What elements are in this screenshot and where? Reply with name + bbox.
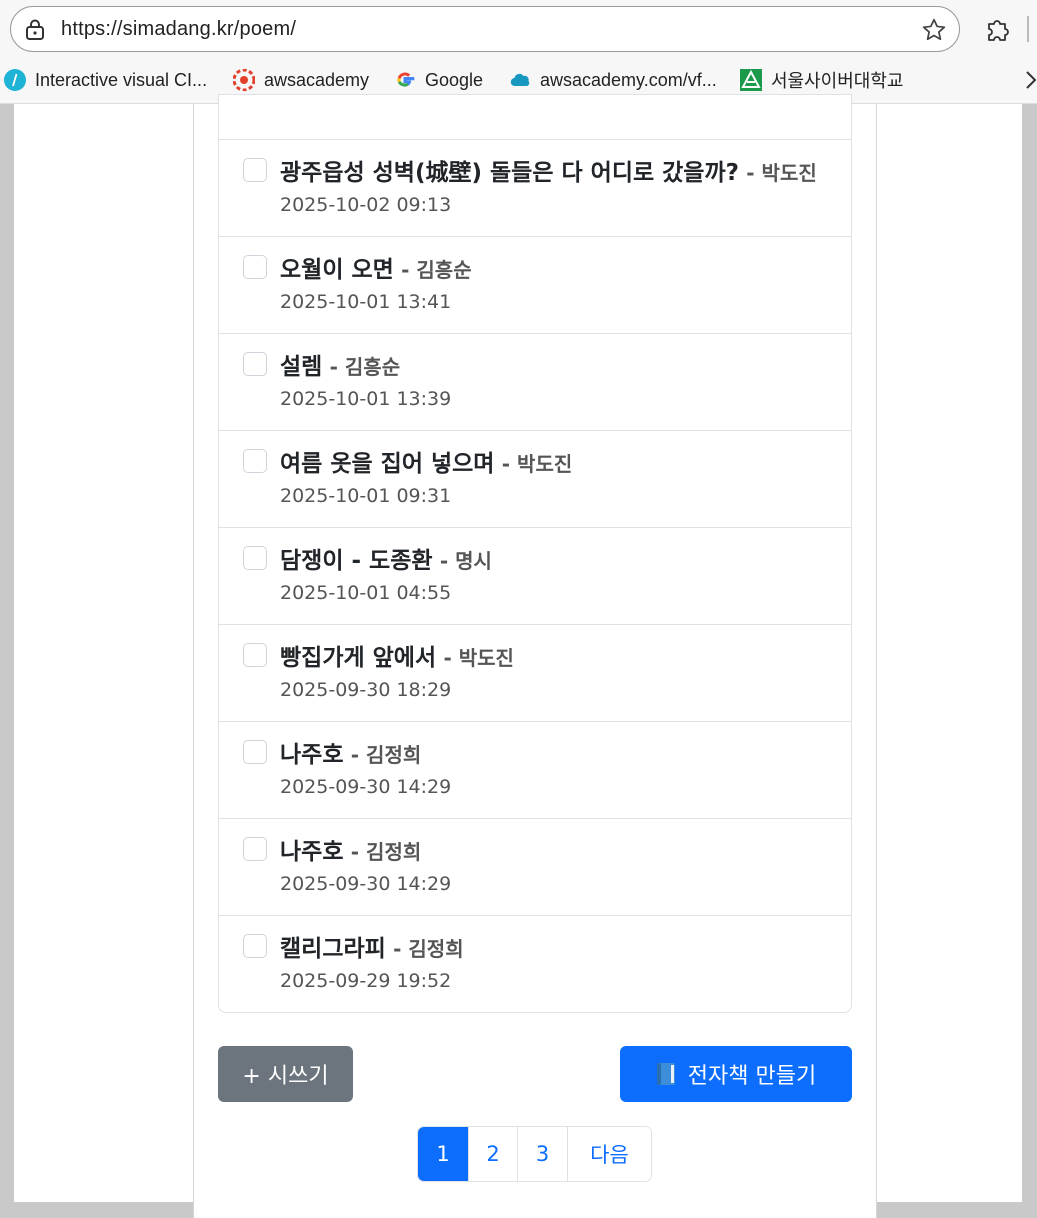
list-item-partial — [219, 95, 851, 139]
poem-date: 2025-09-30 18:29 — [280, 679, 452, 701]
url-text[interactable]: https://simadang.kr/poem/ — [61, 18, 296, 41]
poem-title[interactable]: 설렘 — [280, 354, 322, 380]
bookmark-label: 서울사이버대학교 — [771, 71, 904, 91]
bookmarks-bar: Interactive visual CI... awsacademy Goog… — [0, 62, 1037, 98]
page-link-next[interactable]: 다음 — [567, 1127, 651, 1181]
select-checkbox[interactable] — [243, 934, 267, 958]
book-icon — [656, 1063, 675, 1085]
poem-title[interactable]: 빵집가게 앞에서 — [280, 645, 436, 671]
bookmark-awsacademy-vf[interactable]: awsacademy.com/vf... — [509, 66, 717, 94]
poem-list-item[interactable]: 나주호 - 김정희 2025-09-30 14:29 — [219, 721, 851, 818]
browser-toolbar: https://simadang.kr/poem/ Interactive vi… — [0, 0, 1037, 104]
canvas-icon — [233, 69, 255, 91]
poem-list-item[interactable]: 캘리그라피 - 김정희 2025-09-29 19:52 — [219, 915, 851, 1012]
page-link-1[interactable]: 1 — [418, 1127, 468, 1181]
poem-list-item[interactable]: 여름 옷을 집어 넣으며 - 박도진 2025-10-01 09:31 — [219, 430, 851, 527]
extensions-puzzle-icon[interactable] — [984, 15, 1012, 43]
select-checkbox[interactable] — [243, 352, 267, 376]
poem-author: - 김정희 — [350, 840, 422, 864]
bookmark-awsacademy[interactable]: awsacademy — [233, 66, 369, 94]
poem-list-item[interactable]: 오월이 오면 - 김흥순 2025-10-01 13:41 — [219, 236, 851, 333]
bookmark-google[interactable]: Google — [394, 66, 483, 94]
poem-title[interactable]: 여름 옷을 집어 넣으며 — [280, 451, 494, 477]
salesforce-cloud-icon — [510, 73, 530, 87]
bookmark-label: awsacademy.com/vf... — [540, 69, 717, 90]
write-poem-button[interactable]: + 시쓰기 — [218, 1046, 353, 1102]
poem-date: 2025-09-30 14:29 — [280, 776, 452, 798]
poem-date: 2025-10-01 13:39 — [280, 388, 452, 410]
poem-list-item[interactable]: 광주읍성 성벽(城壁) 돌들은 다 어디로 갔을까? - 박도진 2025-10… — [219, 139, 851, 236]
toolbar-divider — [1027, 16, 1029, 42]
ebook-button-label: 전자책 만들기 — [687, 1064, 817, 1089]
poem-date: 2025-10-01 04:55 — [280, 582, 452, 604]
select-checkbox[interactable] — [243, 449, 267, 473]
google-icon — [397, 72, 415, 87]
write-button-label: + 시쓰기 — [242, 1064, 329, 1089]
poem-author: - 박도진 — [443, 646, 514, 670]
poem-list-item[interactable]: 나주호 - 김정희 2025-09-30 14:29 — [219, 818, 851, 915]
select-checkbox[interactable] — [243, 158, 267, 182]
slash-circle-icon — [4, 69, 26, 91]
poem-title[interactable]: 광주읍성 성벽(城壁) 돌들은 다 어디로 갔을까? — [280, 160, 739, 186]
select-checkbox[interactable] — [243, 643, 267, 667]
poem-author: - 김흥순 — [401, 258, 472, 282]
poem-date: 2025-10-02 09:13 — [280, 194, 452, 216]
create-ebook-button[interactable]: 전자책 만들기 — [620, 1046, 852, 1102]
poem-author: - 김흥순 — [329, 355, 401, 379]
poem-author: - 박도진 — [746, 161, 817, 185]
address-bar[interactable]: https://simadang.kr/poem/ — [10, 6, 960, 52]
poem-author: - 명시 — [439, 549, 492, 573]
poem-title[interactable]: 오월이 오면 — [280, 257, 394, 283]
bookmark-label: awsacademy — [264, 69, 370, 90]
lock-icon[interactable] — [25, 19, 45, 41]
bookmark-star-icon[interactable] — [921, 17, 947, 43]
poem-date: 2025-09-30 14:29 — [280, 873, 452, 895]
select-checkbox[interactable] — [243, 255, 267, 279]
poem-list-item[interactable]: 담쟁이 - 도종환 - 명시 2025-10-01 04:55 — [219, 527, 851, 624]
page-link-2[interactable]: 2 — [468, 1127, 517, 1181]
page-link-3[interactable]: 3 — [517, 1127, 567, 1181]
poem-date: 2025-10-01 13:41 — [280, 291, 452, 313]
select-checkbox[interactable] — [243, 740, 267, 764]
poem-title[interactable]: 나주호 — [280, 839, 343, 865]
select-checkbox[interactable] — [243, 546, 267, 570]
bookmark-interactive-visual[interactable]: Interactive visual CI... — [4, 66, 207, 94]
select-checkbox[interactable] — [243, 837, 267, 861]
main-container: 광주읍성 성벽(城壁) 돌들은 다 어디로 갔을까? - 박도진 2025-10… — [193, 94, 877, 1218]
poem-list: 광주읍성 성벽(城壁) 돌들은 다 어디로 갔을까? - 박도진 2025-10… — [218, 94, 852, 1013]
poem-title[interactable]: 나주호 — [280, 742, 343, 768]
poem-title[interactable]: 담쟁이 - 도종환 — [280, 548, 433, 574]
poem-list-item[interactable]: 빵집가게 앞에서 - 박도진 2025-09-30 18:29 — [219, 624, 851, 721]
poem-author: - 김정희 — [350, 743, 422, 767]
chevron-right-icon[interactable] — [1024, 70, 1037, 90]
bookmark-seoul-cyber-univ[interactable]: 서울사이버대학교 — [740, 66, 903, 94]
poem-author: - 김정희 — [393, 937, 464, 961]
bookmark-label: Interactive visual CI... — [35, 69, 208, 90]
poem-date: 2025-09-29 19:52 — [280, 970, 452, 992]
poem-title[interactable]: 캘리그라피 — [280, 936, 386, 962]
university-logo-icon — [740, 69, 762, 91]
pagination: 1 2 3 다음 — [417, 1126, 652, 1182]
bookmark-label: Google — [425, 69, 484, 90]
poem-list-item[interactable]: 설렘 - 김흥순 2025-10-01 13:39 — [219, 333, 851, 430]
poem-date: 2025-10-01 09:31 — [280, 485, 452, 507]
poem-author: - 박도진 — [501, 452, 573, 476]
